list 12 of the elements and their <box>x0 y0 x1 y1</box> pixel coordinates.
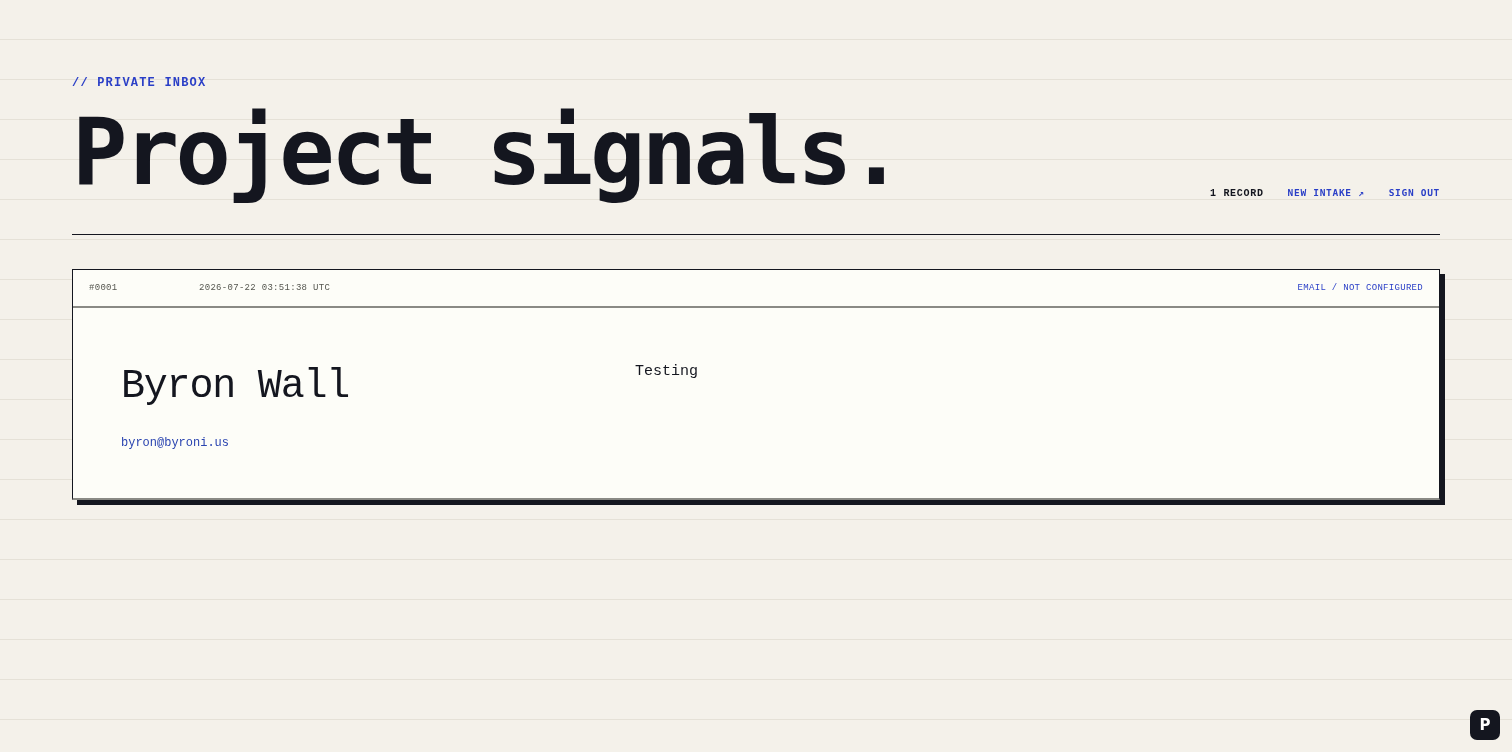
nav-link[interactable]: NEW INTAKE ↗ <box>1287 187 1365 198</box>
record-timestamp: 2026-07-22 03:51:38 UTC <box>199 283 332 293</box>
message-text: Testing <box>635 363 699 381</box>
record-count: 1 RECORD <box>1210 188 1264 199</box>
floating-badge-button[interactable]: P <box>1470 710 1500 740</box>
page-title: Project signals. <box>72 105 901 201</box>
channel-status: EMAIL / NOT CONFIGURED <box>1297 283 1423 293</box>
section-eyebrow: // PRIVATE INBOX <box>72 76 207 90</box>
sender-email-link[interactable]: byron@byroni.us <box>121 436 230 450</box>
nav-link[interactable]: SIGN OUT <box>1388 187 1440 198</box>
sender-name: Byron Wall <box>121 363 351 411</box>
record-number: #0001 <box>89 283 119 293</box>
